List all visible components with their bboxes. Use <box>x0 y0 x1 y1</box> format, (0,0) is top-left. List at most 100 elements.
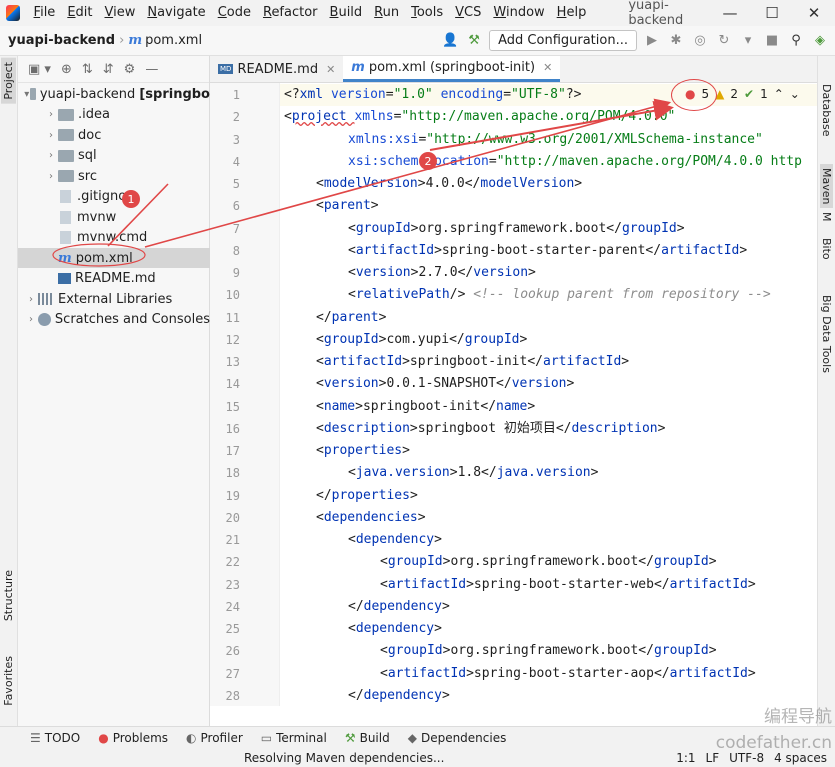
tree-item[interactable]: mvnw.cmd <box>18 228 210 248</box>
tree-item[interactable]: › doc <box>18 125 210 145</box>
hide-icon[interactable]: — <box>145 62 158 77</box>
tree-item[interactable]: .gitignore <box>18 187 210 207</box>
code-token: "UTF-8" <box>511 87 566 102</box>
tool-dependencies[interactable]: ◆ Dependencies <box>408 731 507 745</box>
editor-tab[interactable]: m pom.xml (springboot-init) ✕ <box>343 56 561 82</box>
m-tool-tab[interactable]: M <box>820 208 833 226</box>
breadcrumb-file[interactable]: pom.xml <box>145 33 202 48</box>
close-tab-icon[interactable]: ✕ <box>326 63 335 76</box>
line-number: 2 <box>232 110 240 125</box>
chevron-right-icon[interactable]: › <box>44 130 58 141</box>
tool-label: Dependencies <box>420 730 507 745</box>
expand-all-icon[interactable]: ⇅ <box>82 62 93 77</box>
project-tool-tab[interactable]: Project <box>1 58 16 104</box>
code-token: >springboot 初始项目</ <box>409 420 572 436</box>
tree-item[interactable]: README.md <box>18 269 210 289</box>
folder-icon <box>58 129 74 141</box>
line-number: 17 <box>225 444 240 458</box>
close-window-icon[interactable]: ✕ <box>793 4 835 22</box>
tree-item[interactable]: › src <box>18 166 210 186</box>
tree-item[interactable]: › External Libraries <box>18 289 210 309</box>
code-token: >org.springframework.boot</ <box>442 643 654 659</box>
chevron-right-icon[interactable]: › <box>24 294 38 305</box>
code-line: </dependency> <box>348 596 450 618</box>
build-hammer-icon[interactable]: ⚒ <box>465 33 483 48</box>
stop-icon[interactable]: ■ <box>763 33 781 48</box>
dependencies-icon: ◆ <box>407 730 417 745</box>
menu-view[interactable]: View <box>99 0 142 26</box>
chevron-right-icon[interactable]: › <box>44 109 58 120</box>
maven-tool-tab[interactable]: Maven <box>820 164 833 209</box>
menu-code[interactable]: Code <box>212 0 257 26</box>
tool-build[interactable]: ⚒ Build <box>345 731 390 745</box>
code-token: >1.8</ <box>449 465 497 481</box>
bito-tool-tab[interactable]: Bito <box>820 234 833 264</box>
big-data-tools-tab[interactable]: Big Data Tools <box>820 291 833 377</box>
database-tool-tab[interactable]: Database <box>820 80 833 141</box>
close-tab-icon[interactable]: ✕ <box>543 61 552 74</box>
window-controls: — ☐ ✕ <box>709 4 835 22</box>
code-token: > <box>747 665 756 681</box>
code-token: encoding <box>440 87 504 102</box>
tool-terminal[interactable]: ▭ Terminal <box>261 731 327 745</box>
menu-help[interactable]: Help <box>551 0 593 26</box>
menu-window[interactable]: Window <box>487 0 550 26</box>
menu-vcs[interactable]: VCS <box>449 0 487 26</box>
locate-icon[interactable]: ⊕ <box>61 62 72 77</box>
view-selector-icon[interactable]: ▣ ▾ <box>28 62 51 77</box>
tool-todo[interactable]: ☰ TODO <box>30 731 80 745</box>
code-token: >spring-boot-starter-web</ <box>466 576 670 592</box>
tree-item[interactable]: ▾ yuapi-backend [springbo <box>18 84 210 104</box>
tree-item[interactable]: mvnw <box>18 207 210 227</box>
line-number: 7 <box>232 221 240 236</box>
more-run-icon[interactable]: ▾ <box>739 33 757 48</box>
tree-item[interactable]: › .idea <box>18 105 210 125</box>
code-line: <properties> <box>316 440 410 462</box>
scratch-icon <box>37 313 51 326</box>
code-token: artifactId <box>323 354 403 369</box>
tree-item-label: mvnw.cmd <box>77 230 148 245</box>
code-token: < <box>380 554 388 570</box>
menu-build[interactable]: Build <box>324 0 369 26</box>
menu-file[interactable]: File <box>28 0 62 26</box>
chevron-right-icon[interactable]: › <box>44 171 58 182</box>
favorites-tool-tab[interactable]: Favorites <box>1 652 16 710</box>
code-line: <artifactId>springboot-init</artifactId> <box>316 351 629 373</box>
debug-icon[interactable]: ✱ <box>667 33 685 48</box>
collapse-all-icon[interactable]: ⇵ <box>103 62 114 77</box>
maximize-icon[interactable]: ☐ <box>751 4 793 22</box>
code-editor[interactable]: <?xml version="1.0" encoding="UTF-8"?> <p… <box>280 83 817 706</box>
editor-tab[interactable]: MD README.md ✕ <box>210 56 343 82</box>
search-icon[interactable]: ⚲ <box>787 33 805 48</box>
next-highlight-icon[interactable]: ⌄ <box>790 87 800 101</box>
tree-item[interactable]: › Scratches and Consoles <box>18 310 210 330</box>
run-icon[interactable]: ▶ <box>643 33 661 48</box>
tool-profiler[interactable]: ◐ Profiler <box>186 731 243 745</box>
breadcrumb-project[interactable]: yuapi-backend <box>8 33 115 48</box>
tree-item[interactable]: › sql <box>18 146 210 166</box>
plugin-icon[interactable]: ◈ <box>811 33 829 48</box>
menu-navigate[interactable]: Navigate <box>141 0 211 26</box>
code-line: <artifactId>spring-boot-starter-web</art… <box>380 574 756 596</box>
coverage-icon[interactable]: ◎ <box>691 33 709 48</box>
tree-item[interactable]: m pom.xml <box>18 248 210 268</box>
menu-tools[interactable]: Tools <box>405 0 449 26</box>
chevron-right-icon[interactable]: › <box>44 150 58 161</box>
menu-refactor[interactable]: Refactor <box>257 0 324 26</box>
chevron-right-icon[interactable]: › <box>24 314 38 325</box>
lib-icon <box>38 293 54 305</box>
previous-highlight-icon[interactable]: ⌃ <box>774 87 784 101</box>
tool-problems[interactable]: ● Problems <box>98 731 168 745</box>
user-icon[interactable]: 👤 <box>441 33 459 48</box>
profile-icon[interactable]: ↻ <box>715 33 733 48</box>
code-token: xmlns <box>354 109 394 125</box>
menu-run[interactable]: Run <box>368 0 405 26</box>
menu-edit[interactable]: Edit <box>61 0 98 26</box>
settings-gear-icon[interactable]: ⚙ <box>124 62 136 77</box>
minimize-icon[interactable]: — <box>709 4 751 22</box>
chevron-down-icon[interactable]: ▾ <box>24 89 30 100</box>
code-token: java.version <box>496 465 591 481</box>
code-token: < <box>316 420 324 436</box>
structure-tool-tab[interactable]: Structure <box>1 566 16 625</box>
add-configuration-button[interactable]: Add Configuration... <box>489 30 637 51</box>
